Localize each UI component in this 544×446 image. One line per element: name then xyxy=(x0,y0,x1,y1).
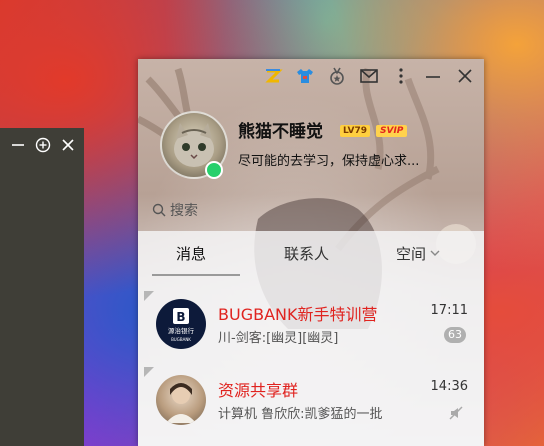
tab-space-label: 空间 xyxy=(396,245,427,263)
search-placeholder: 搜索 xyxy=(170,203,198,219)
mini-window-titlebar xyxy=(0,128,84,162)
medal-icon[interactable] xyxy=(326,65,348,87)
pinned-corner xyxy=(144,367,154,377)
shirt-icon[interactable] xyxy=(294,65,316,87)
mute-icon xyxy=(448,405,464,421)
tab-bar: 消息 联系人 空间 xyxy=(138,231,484,277)
group-avatar xyxy=(156,375,206,425)
tab-space[interactable]: 空间 xyxy=(396,243,440,264)
background-mini-window xyxy=(0,128,84,446)
svg-text:B: B xyxy=(176,310,185,324)
mail-icon[interactable] xyxy=(358,65,380,87)
qq-main-panel: 熊猫不睡觉 LV79 SVIP 尽可能的去学习，保持虚心求... 搜索 消息 联… xyxy=(138,59,484,446)
online-status-dot xyxy=(205,161,223,179)
main-content: 消息 联系人 空间 B 源治银行 BUGBANK BUGBANK新手特训营 川-… xyxy=(138,231,484,446)
search-box[interactable]: 搜索 xyxy=(152,199,198,221)
panel-toolbar xyxy=(262,65,476,87)
close-icon[interactable] xyxy=(60,137,76,153)
pinned-corner xyxy=(144,291,154,301)
unread-count-badge: 63 xyxy=(444,327,466,343)
level-badge[interactable]: LV79 xyxy=(340,125,370,137)
close-icon[interactable] xyxy=(454,65,476,87)
chevron-down-icon xyxy=(430,243,440,261)
search-icon xyxy=(152,203,166,217)
svip-badge[interactable]: SVIP xyxy=(376,125,408,137)
conversation-row[interactable]: 资源共享群 计算机 鲁欣欣:凯爹猛的一批 14:36 xyxy=(138,367,484,433)
user-nickname[interactable]: 熊猫不睡觉 xyxy=(238,117,323,142)
tab-contacts[interactable]: 联系人 xyxy=(284,243,329,264)
conversation-name: BUGBANK新手特训营 xyxy=(218,305,378,324)
avatar-brand-text: 源治银行 xyxy=(168,326,195,335)
maximize-icon[interactable] xyxy=(35,137,51,153)
more-icon[interactable] xyxy=(390,65,412,87)
minimize-icon[interactable] xyxy=(10,137,26,153)
avatar-sub-text: BUGBANK xyxy=(171,337,191,342)
active-tab-indicator xyxy=(152,274,240,276)
conversation-preview: 计算机 鲁欣欣:凯爹猛的一批 xyxy=(218,407,383,422)
conversation-preview: 川-剑客:[幽灵][幽灵] xyxy=(218,331,339,346)
conversation-row[interactable]: B 源治银行 BUGBANK BUGBANK新手特训营 川-剑客:[幽灵][幽灵… xyxy=(138,291,484,357)
conversation-time: 17:11 xyxy=(430,303,468,318)
tab-messages[interactable]: 消息 xyxy=(176,243,206,264)
theme-icon[interactable] xyxy=(262,65,284,87)
user-signature[interactable]: 尽可能的去学习，保持虚心求... xyxy=(238,150,450,169)
minimize-icon[interactable] xyxy=(422,65,444,87)
group-avatar: B 源治银行 BUGBANK xyxy=(156,299,206,349)
conversation-time: 14:36 xyxy=(430,379,468,394)
conversation-name: 资源共享群 xyxy=(218,381,299,400)
